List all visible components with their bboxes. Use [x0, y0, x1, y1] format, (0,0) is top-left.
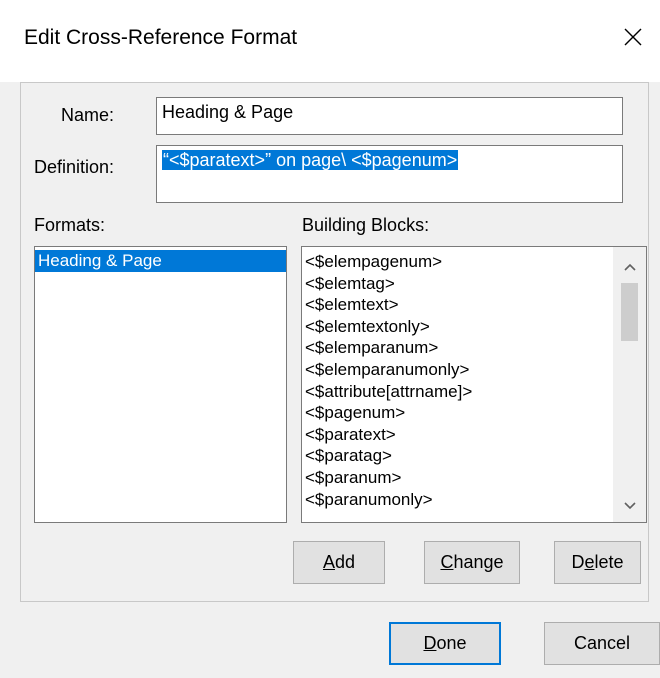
definition-field[interactable]: “<$paratext>” on page\ <$pagenum>	[156, 145, 623, 203]
building-block-item[interactable]: <$elemparanum>	[302, 337, 438, 359]
add-button-label-post: dd	[334, 552, 356, 572]
formats-list[interactable]: Heading & Page	[34, 246, 287, 523]
format-panel: Name: Heading & Page Definition: “<$para…	[20, 82, 649, 602]
chevron-down-icon	[623, 502, 636, 510]
building-block-item[interactable]: <$paratext>	[302, 424, 396, 446]
add-button[interactable]: Add	[293, 541, 385, 584]
delete-button-label-post: lete	[594, 552, 624, 572]
building-block-item[interactable]: <$attribute[attrname]>	[302, 381, 472, 403]
definition-field-value: “<$paratext>” on page\ <$pagenum>	[162, 150, 459, 171]
cancel-button-label: Cancel	[573, 633, 631, 653]
cancel-button[interactable]: Cancel	[544, 622, 660, 665]
name-field-value: Heading & Page	[162, 102, 294, 122]
close-button[interactable]	[618, 22, 648, 52]
building-block-item[interactable]: <$elemtag>	[302, 273, 395, 295]
building-block-item[interactable]: <$elemtext>	[302, 294, 399, 316]
building-block-item[interactable]: <$elempagenum>	[302, 251, 442, 273]
building-block-item[interactable]: <$pagenum>	[302, 402, 405, 424]
building-blocks-label: Building Blocks:	[302, 215, 430, 235]
chevron-up-icon	[623, 263, 636, 271]
building-block-item[interactable]: <$paranumonly>	[302, 489, 433, 511]
building-blocks-list[interactable]: <$elempagenum> <$elemtag> <$elemtext> <$ele…	[301, 246, 647, 523]
dialog-title: Edit Cross-Reference Format	[24, 26, 298, 49]
scroll-down-button[interactable]	[613, 492, 646, 520]
name-field[interactable]: Heading & Page	[156, 97, 623, 135]
name-label: Name:	[61, 105, 115, 125]
done-button-mnemonic: D	[423, 633, 437, 653]
building-block-item[interactable]: <$paranum>	[302, 467, 401, 489]
building-block-item[interactable]: <$paratag>	[302, 445, 392, 467]
scroll-up-button[interactable]	[613, 253, 646, 281]
edit-cross-reference-format-dialog: Edit Cross-Reference Format Name: Headin…	[0, 0, 660, 678]
definition-selected-text: “<$paratext>” on page\ <$pagenum>	[162, 150, 459, 170]
done-button[interactable]: Done	[389, 622, 501, 665]
scrollbar-thumb[interactable]	[621, 283, 638, 341]
add-button-mnemonic: A	[322, 552, 335, 572]
building-blocks-scrollbar[interactable]	[613, 247, 646, 522]
delete-button[interactable]: De lete	[554, 541, 641, 584]
building-block-item[interactable]: <$elemtextonly>	[302, 316, 430, 338]
title-bar: Edit Cross-Reference Format	[0, 0, 660, 82]
delete-button-mnemonic: e	[584, 552, 595, 572]
delete-button-label-pre: D	[571, 552, 585, 572]
close-icon	[624, 28, 642, 46]
done-button-label-post: one	[436, 633, 467, 653]
change-button[interactable]: Change	[424, 541, 520, 584]
formats-label: Formats:	[34, 215, 106, 235]
definition-label: Definition:	[34, 157, 115, 177]
change-button-mnemonic: C	[440, 552, 454, 572]
building-block-item[interactable]: <$elemparanumonly>	[302, 359, 469, 381]
formats-list-item[interactable]: Heading & Page	[35, 250, 286, 272]
change-button-label-post: hange	[453, 552, 504, 572]
